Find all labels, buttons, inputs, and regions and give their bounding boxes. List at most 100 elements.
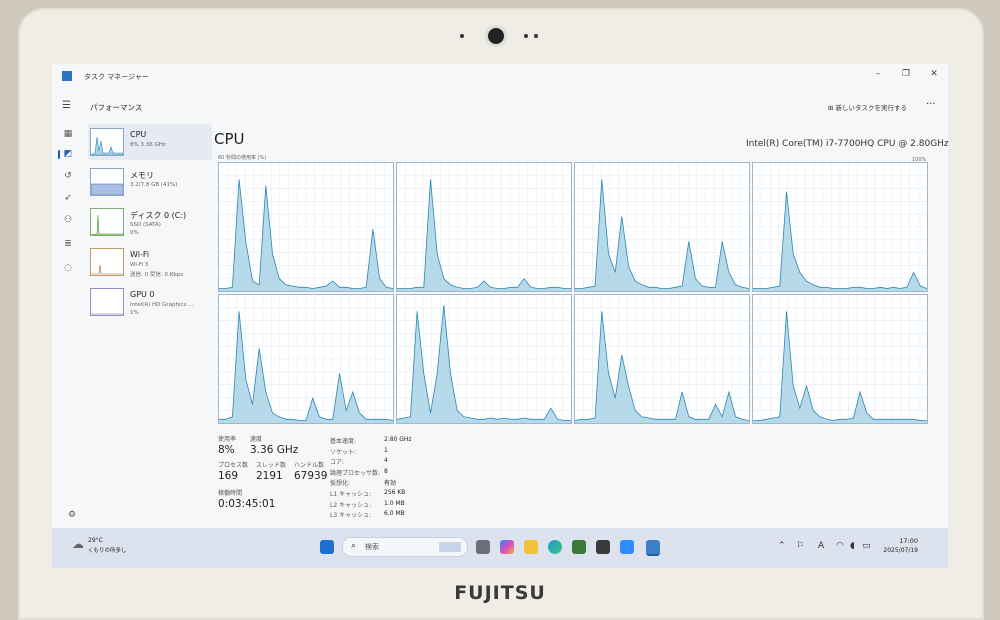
gpu-thumbnail	[90, 288, 124, 316]
search-box[interactable]: ⌕ 検索	[342, 537, 468, 557]
core-graph-svg	[397, 163, 571, 291]
processes-label: プロセス数	[218, 462, 249, 469]
weather-temperature[interactable]: 29°C	[88, 537, 103, 544]
spec-value: 256 KB	[384, 489, 406, 496]
spec-key: 論理プロセッサ数:	[330, 469, 381, 477]
more-options-icon[interactable]: ···	[926, 99, 936, 110]
cpu-thumbnail	[90, 128, 124, 156]
uptime-label: 稼働時間	[218, 490, 243, 497]
device-detail: 3.2/7.8 GB (41%)	[130, 182, 178, 188]
settings-gear-icon[interactable]: ⚙	[68, 510, 76, 520]
device-detail-2: 0%	[130, 230, 139, 236]
device-wifi[interactable]: Wi-Fi Wi-Fi 3 送信: 0 受信: 0 Kbps	[88, 244, 212, 280]
tray-overflow-icon[interactable]: ⌃	[778, 541, 786, 551]
device-name: メモリ	[130, 171, 154, 180]
weather-description[interactable]: くもりの所多し	[88, 546, 127, 554]
title-bar: タスク マネージャー – ❐ ✕	[52, 64, 948, 90]
weather-cloud-icon[interactable]: ☁	[72, 537, 84, 551]
device-name: GPU 0	[130, 290, 155, 299]
core-graph	[574, 162, 750, 292]
spec-value: 6.0 MB	[384, 510, 405, 518]
core-graph-svg	[575, 163, 749, 291]
taskbar: ☁ 29°C くもりの所多し ⌕ 検索 ⌃ ⚐ A ◠ ◖ ▭ 17:00 20…	[52, 528, 948, 568]
brand-logo: FUJITSU	[454, 582, 546, 604]
file-explorer-icon[interactable]	[524, 540, 538, 554]
run-new-task-button[interactable]: ⊞ 新しいタスクを実行する	[828, 102, 907, 112]
search-placeholder: 検索	[365, 543, 379, 551]
copilot-icon[interactable]	[500, 540, 514, 554]
clock-date[interactable]: 2025/07/19	[868, 547, 918, 554]
spec-value: 4	[384, 457, 388, 465]
ime-icon[interactable]: A	[818, 541, 824, 551]
device-cpu[interactable]: CPU 8% 3.36 GHz	[88, 124, 212, 160]
spec-key: 仮想化:	[330, 480, 351, 488]
device-name: CPU	[130, 130, 147, 139]
core-graph-svg	[575, 295, 749, 423]
hamburger-menu-icon[interactable]: ☰	[62, 100, 71, 111]
users-icon[interactable]: ⚇	[62, 214, 74, 226]
task-manager-icon	[62, 71, 72, 81]
task-view-icon[interactable]	[476, 540, 490, 554]
threads-value: 2191	[256, 470, 283, 482]
details-icon[interactable]: ≣	[62, 238, 74, 250]
device-detail: Wi-Fi 3	[130, 262, 149, 268]
spec-value: 2.80 GHz	[384, 436, 412, 443]
services-icon[interactable]: ◌	[62, 262, 74, 274]
clock-time[interactable]: 17:00	[868, 537, 918, 545]
cpu-heading: CPU	[214, 130, 245, 148]
core-graph	[752, 162, 928, 292]
start-windows-icon[interactable]	[320, 540, 334, 554]
spec-value: 8	[384, 467, 388, 475]
close-button[interactable]: ✕	[926, 69, 942, 79]
core-graph-svg	[397, 295, 571, 423]
device-detail-2: 送信: 0 受信: 0 Kbps	[130, 272, 184, 278]
uptime-value: 0:03:45:01	[218, 498, 276, 510]
core-graph	[218, 294, 394, 424]
startup-apps-icon[interactable]: ➶	[62, 192, 74, 204]
speaker-icon[interactable]: ◖	[850, 541, 855, 551]
active-nav-indicator	[58, 150, 60, 159]
core-graph-svg	[219, 163, 393, 291]
device-detail-2: 1%	[130, 310, 139, 316]
core-graph-svg	[219, 295, 393, 423]
core-graph	[396, 294, 572, 424]
disk-thumbnail	[90, 208, 124, 236]
edge-browser-icon[interactable]	[548, 540, 562, 554]
sensor-dot	[534, 34, 538, 38]
device-gpu[interactable]: GPU 0 Intel(R) HD Graphics ... 1%	[88, 284, 212, 320]
device-detail: Intel(R) HD Graphics ...	[130, 302, 194, 308]
spec-value: 有効	[384, 480, 397, 488]
handles-value: 67939	[294, 470, 328, 482]
sensor-dot	[460, 34, 464, 38]
core-graph-svg	[753, 295, 927, 423]
minimize-button[interactable]: –	[870, 69, 886, 79]
spec-key: 基本速度:	[330, 438, 357, 445]
maximize-button[interactable]: ❐	[898, 69, 914, 79]
device-memory[interactable]: メモリ 3.2/7.8 GB (41%)	[88, 164, 212, 200]
spec-key: L1 キャッシュ:	[330, 491, 372, 498]
notepad-icon[interactable]	[596, 540, 610, 554]
utilization-label: 使用率	[218, 436, 237, 443]
tray-app-icon[interactable]: ⚐	[796, 541, 804, 551]
core-graph-svg	[753, 163, 927, 291]
webcam	[488, 28, 504, 44]
task-manager-taskbar-icon[interactable]	[646, 540, 660, 556]
wifi-thumbnail	[90, 248, 124, 276]
section-title: パフォーマンス	[90, 103, 143, 112]
zoom-icon[interactable]	[620, 540, 634, 554]
search-icon: ⌕	[351, 541, 357, 551]
wifi-icon[interactable]: ◠	[836, 541, 844, 551]
store-icon[interactable]	[572, 540, 586, 554]
processes-value: 169	[218, 470, 239, 482]
app-history-icon[interactable]: ↺	[62, 170, 74, 182]
device-disk[interactable]: ディスク 0 (C:) SSD (SATA) 0%	[88, 204, 212, 240]
spec-key: L2 キャッシュ:	[330, 501, 372, 509]
handles-label: ハンドル数	[294, 462, 325, 469]
processes-icon[interactable]: ▦	[62, 128, 74, 140]
search-highlight-art	[439, 542, 461, 552]
performance-icon[interactable]: ◩	[62, 148, 74, 160]
spec-value: 1	[384, 446, 388, 454]
spec-key: L3 キャッシュ:	[330, 512, 372, 520]
cpu-model: Intel(R) Core(TM) i7-7700HQ CPU @ 2.80GH…	[746, 139, 948, 149]
utilization-value: 8%	[218, 444, 235, 456]
